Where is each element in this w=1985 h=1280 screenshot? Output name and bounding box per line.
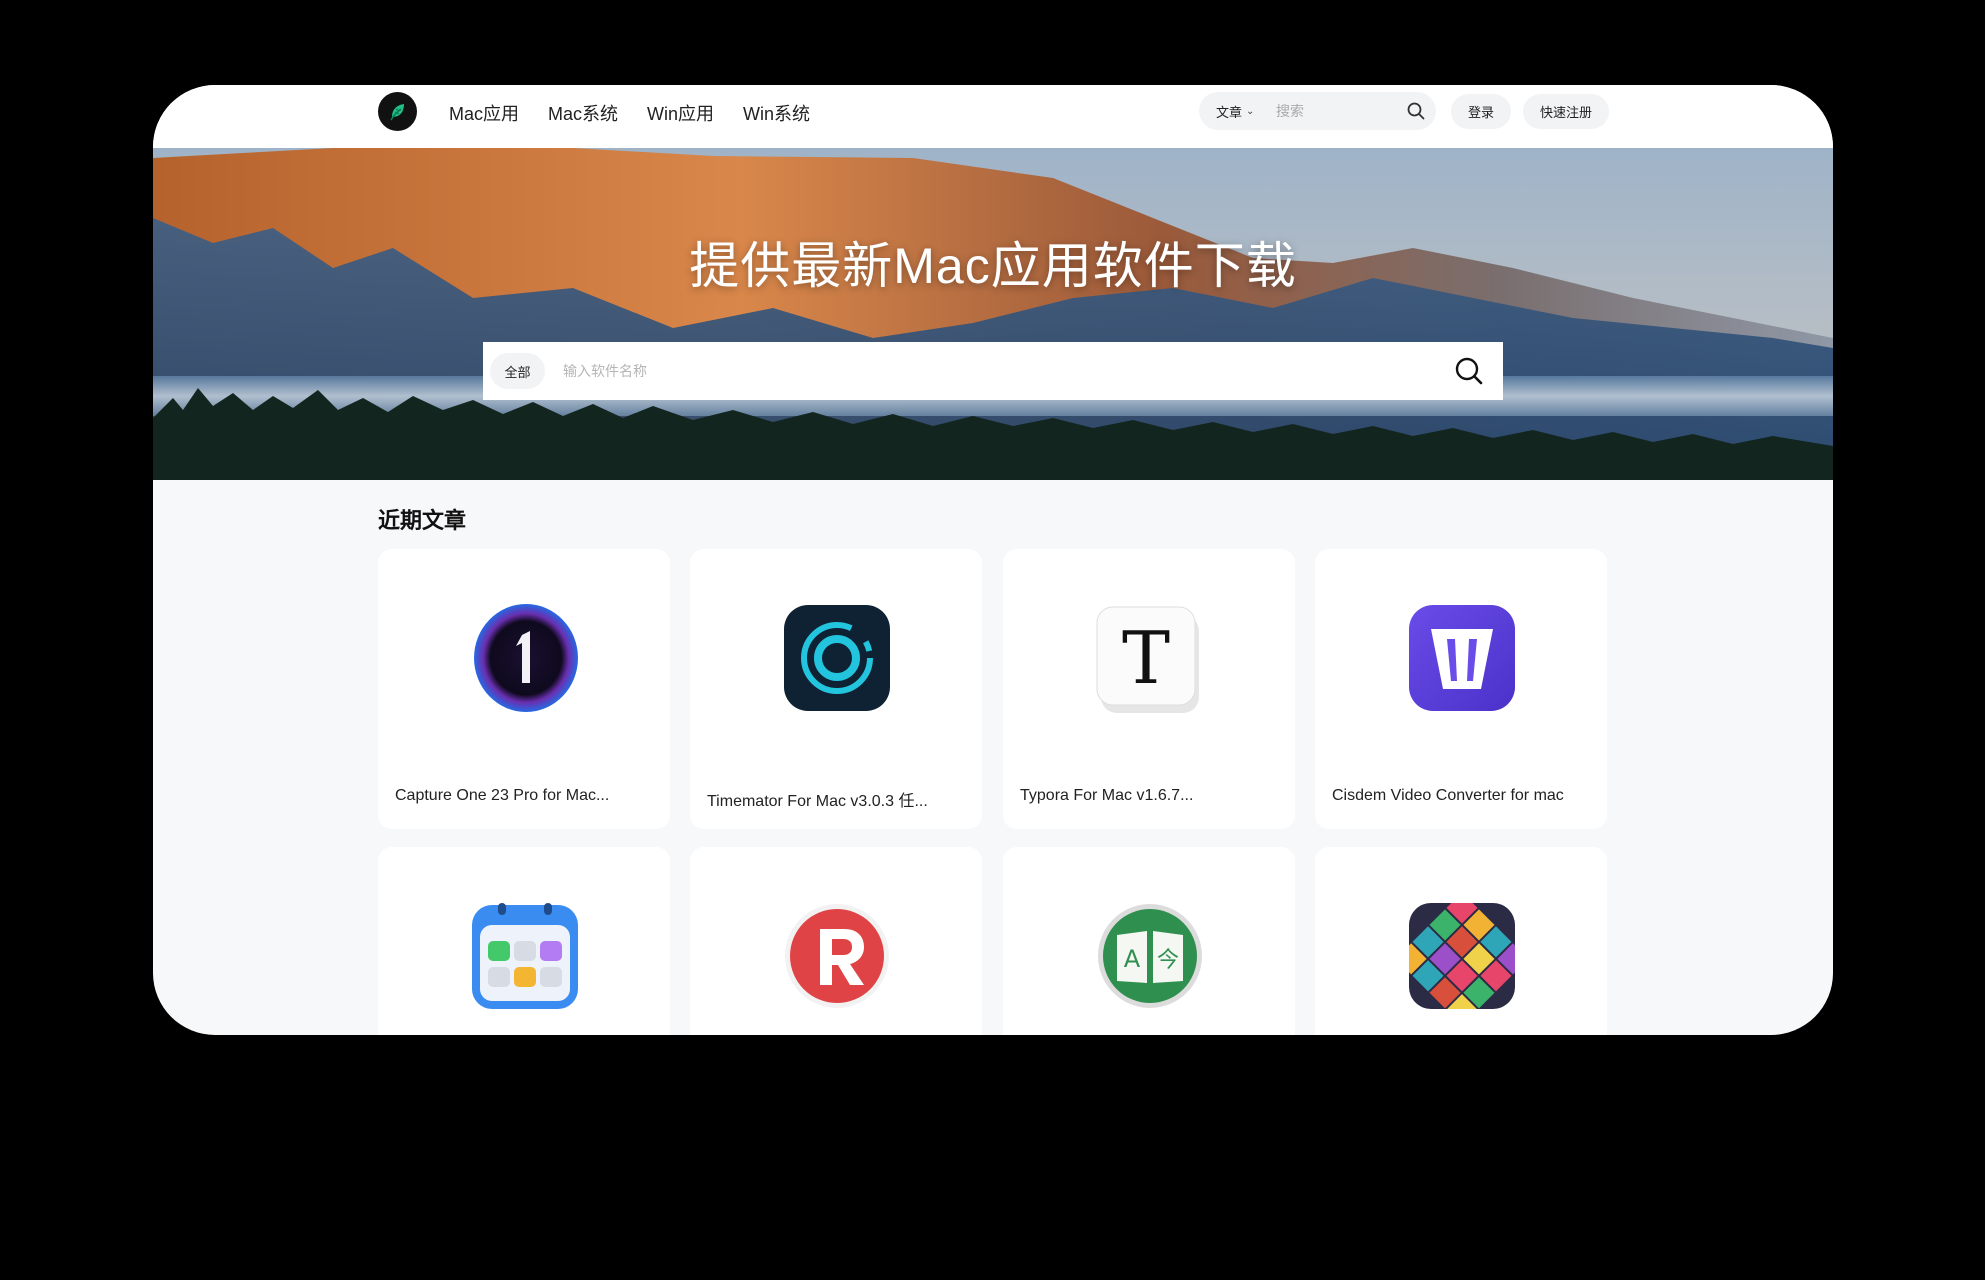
card-title: Capture One 23 Pro for Mac... <box>395 787 610 804</box>
article-card[interactable] <box>690 847 982 1035</box>
browser-page: Mac应用 Mac系统 Win应用 Win系统 文章 ⌄ 登录 快速注册 <box>153 85 1833 1035</box>
nav-win-apps[interactable]: Win应用 <box>647 100 714 126</box>
capture-one-icon <box>474 604 578 712</box>
article-card[interactable] <box>1315 847 1607 1035</box>
r-app-icon <box>785 904 889 1008</box>
search-icon[interactable] <box>1453 355 1485 387</box>
timemator-icon <box>784 605 890 711</box>
svg-text:T: T <box>1122 616 1170 700</box>
login-button[interactable]: 登录 <box>1451 94 1511 129</box>
software-search-input[interactable] <box>563 363 1383 379</box>
site-logo[interactable] <box>378 92 417 131</box>
article-card[interactable]: T Typora For Mac v1.6.7... <box>1003 549 1295 829</box>
svg-text:今: 今 <box>1157 948 1179 973</box>
cisdem-video-converter-icon <box>1409 605 1515 711</box>
register-button[interactable]: 快速注册 <box>1523 94 1609 129</box>
hero-search-bar: 全部 <box>483 342 1503 400</box>
hero-banner: 提供最新Mac应用软件下载 全部 <box>153 148 1833 480</box>
chevron-down-icon: ⌄ <box>1246 105 1255 117</box>
nav-mac-systems[interactable]: Mac系统 <box>548 100 618 126</box>
card-title: Typora For Mac v1.6.7... <box>1020 787 1194 804</box>
article-card[interactable] <box>378 847 670 1035</box>
nav-win-systems[interactable]: Win系统 <box>743 100 810 126</box>
mountain-landscape-image <box>153 148 1833 480</box>
article-card[interactable]: A 今 <box>1003 847 1295 1035</box>
calendar-app-icon <box>472 903 578 1009</box>
card-title: Timemator For Mac v3.0.3 任... <box>707 793 928 810</box>
typora-icon: T <box>1096 606 1199 713</box>
nav-mac-apps[interactable]: Mac应用 <box>449 100 519 126</box>
search-type-label: 文章 <box>1216 104 1243 120</box>
search-scope-chip[interactable]: 全部 <box>490 353 545 389</box>
hero-title: 提供最新Mac应用软件下载 <box>689 238 1297 294</box>
article-card[interactable]: Timemator For Mac v3.0.3 任... <box>690 549 982 829</box>
pattern-app-icon <box>1409 903 1515 1009</box>
article-card[interactable]: Cisdem Video Converter for mac <box>1315 549 1607 829</box>
search-type-dropdown[interactable]: 文章 ⌄ <box>1216 102 1260 121</box>
top-header: Mac应用 Mac系统 Win应用 Win系统 文章 ⌄ 登录 快速注册 <box>153 85 1833 148</box>
main-nav: Mac应用 Mac系统 Win应用 Win系统 <box>449 85 839 141</box>
header-search-input[interactable] <box>1276 103 1396 119</box>
svg-text:A: A <box>1124 945 1141 973</box>
article-card[interactable]: Capture One 23 Pro for Mac... <box>378 549 670 829</box>
leaf-logo-icon <box>389 103 404 120</box>
translator-icon: A 今 <box>1098 904 1202 1008</box>
header-search: 文章 ⌄ <box>1199 92 1436 130</box>
card-title: Cisdem Video Converter for mac <box>1332 787 1564 804</box>
search-icon[interactable] <box>1406 101 1426 121</box>
section-title: 近期文章 <box>378 508 467 533</box>
